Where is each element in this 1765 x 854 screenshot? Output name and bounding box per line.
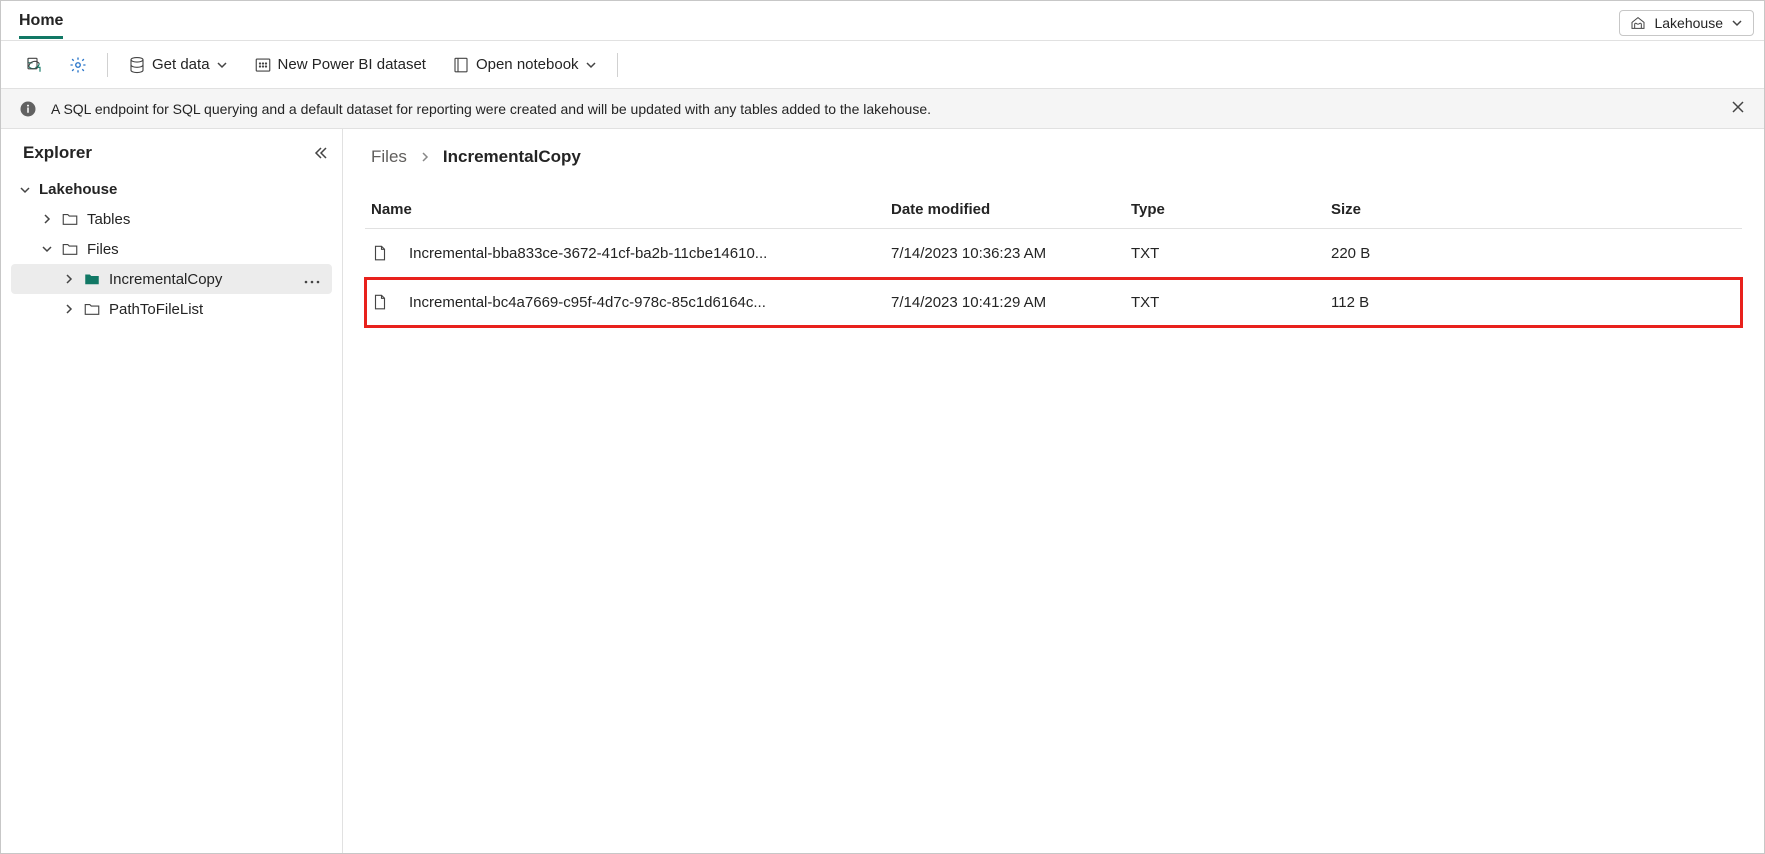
tree-item-more[interactable] <box>300 271 324 288</box>
file-name: Incremental-bc4a7669-c95f-4d7c-978c-85c1… <box>409 294 766 311</box>
header-bar: Home Lakehouse <box>1 1 1764 41</box>
table-row[interactable]: Incremental-bba833ce-3672-41cf-ba2b-11cb… <box>365 229 1742 278</box>
file-name: Incremental-bba833ce-3672-41cf-ba2b-11cb… <box>409 245 767 262</box>
notification-text: A SQL endpoint for SQL querying and a de… <box>51 101 931 117</box>
table-header: Name Date modified Type Size <box>365 191 1742 229</box>
tree-label: IncrementalCopy <box>109 271 292 288</box>
chevron-down-icon <box>41 243 53 255</box>
content-area: Files IncrementalCopy Name Date modified… <box>343 129 1764 853</box>
new-dataset-label: New Power BI dataset <box>278 56 426 73</box>
col-date-modified[interactable]: Date modified <box>891 201 1131 218</box>
new-dataset-button[interactable]: New Power BI dataset <box>248 52 432 78</box>
tree-item-incrementalcopy[interactable]: IncrementalCopy <box>11 264 332 294</box>
chevron-right-icon <box>41 213 53 225</box>
toolbar-separator <box>107 53 108 77</box>
lakehouse-icon <box>1630 15 1646 31</box>
chevron-down-icon <box>216 59 228 71</box>
file-date: 7/14/2023 10:41:29 AM <box>891 294 1131 311</box>
refresh-button[interactable] <box>19 52 49 78</box>
tree-item-files[interactable]: Files <box>11 234 332 264</box>
chevron-right-icon <box>63 303 75 315</box>
app-root: Home Lakehouse Get data New Power BI dat… <box>0 0 1765 854</box>
chevron-down-icon <box>19 184 31 196</box>
more-icon <box>304 280 320 284</box>
breadcrumb-files[interactable]: Files <box>371 147 407 167</box>
dataset-icon <box>254 56 272 74</box>
file-size: 112 B <box>1331 294 1531 311</box>
mode-dropdown[interactable]: Lakehouse <box>1619 10 1754 36</box>
chevron-down-icon <box>1731 17 1743 29</box>
get-data-button[interactable]: Get data <box>122 52 234 78</box>
folder-icon <box>61 240 79 258</box>
database-icon <box>128 56 146 74</box>
explorer-title: Explorer <box>23 143 92 163</box>
col-size[interactable]: Size <box>1331 201 1531 218</box>
chevron-right-icon <box>63 273 75 285</box>
tree-label: Files <box>87 241 324 258</box>
tree-label: PathToFileList <box>109 301 324 318</box>
body: Explorer Lakehouse Tables Files <box>1 129 1764 853</box>
notebook-icon <box>452 56 470 74</box>
table-row[interactable]: Incremental-bc4a7669-c95f-4d7c-978c-85c1… <box>365 278 1742 327</box>
tree-label: Lakehouse <box>39 181 324 198</box>
file-size: 220 B <box>1331 245 1531 262</box>
col-type[interactable]: Type <box>1131 201 1331 218</box>
tree-item-tables[interactable]: Tables <box>11 204 332 234</box>
explorer-tree: Lakehouse Tables Files IncrementalCopy <box>1 173 342 326</box>
notification-bar: A SQL endpoint for SQL querying and a de… <box>1 89 1764 129</box>
explorer-panel: Explorer Lakehouse Tables Files <box>1 129 343 853</box>
mode-label: Lakehouse <box>1654 15 1723 31</box>
tree-item-pathtofilelist[interactable]: PathToFileList <box>11 294 332 324</box>
toolbar: Get data New Power BI dataset Open noteb… <box>1 41 1764 89</box>
folder-icon <box>61 210 79 228</box>
info-icon <box>19 100 37 118</box>
chevron-right-icon <box>419 151 431 163</box>
gear-icon <box>69 56 87 74</box>
file-table: Name Date modified Type Size Incremental… <box>365 191 1742 327</box>
chevron-down-icon <box>585 59 597 71</box>
close-icon <box>1730 99 1746 115</box>
open-notebook-label: Open notebook <box>476 56 579 73</box>
tree-label: Tables <box>87 211 324 228</box>
folder-icon <box>83 300 101 318</box>
explorer-header: Explorer <box>1 143 342 173</box>
toolbar-separator <box>617 53 618 77</box>
get-data-label: Get data <box>152 56 210 73</box>
refresh-icon <box>25 56 43 74</box>
tab-home[interactable]: Home <box>19 6 63 39</box>
breadcrumb: Files IncrementalCopy <box>365 147 1742 167</box>
file-icon <box>371 292 389 312</box>
tree-root-lakehouse[interactable]: Lakehouse <box>11 175 332 204</box>
file-type: TXT <box>1131 294 1331 311</box>
notification-close[interactable] <box>1730 99 1746 118</box>
file-date: 7/14/2023 10:36:23 AM <box>891 245 1131 262</box>
col-name[interactable]: Name <box>371 201 891 218</box>
open-notebook-button[interactable]: Open notebook <box>446 52 603 78</box>
file-type: TXT <box>1131 245 1331 262</box>
breadcrumb-current[interactable]: IncrementalCopy <box>443 147 581 167</box>
folder-filled-icon <box>83 270 101 288</box>
collapse-panel-icon[interactable] <box>312 145 328 161</box>
file-icon <box>371 243 389 263</box>
settings-button[interactable] <box>63 52 93 78</box>
